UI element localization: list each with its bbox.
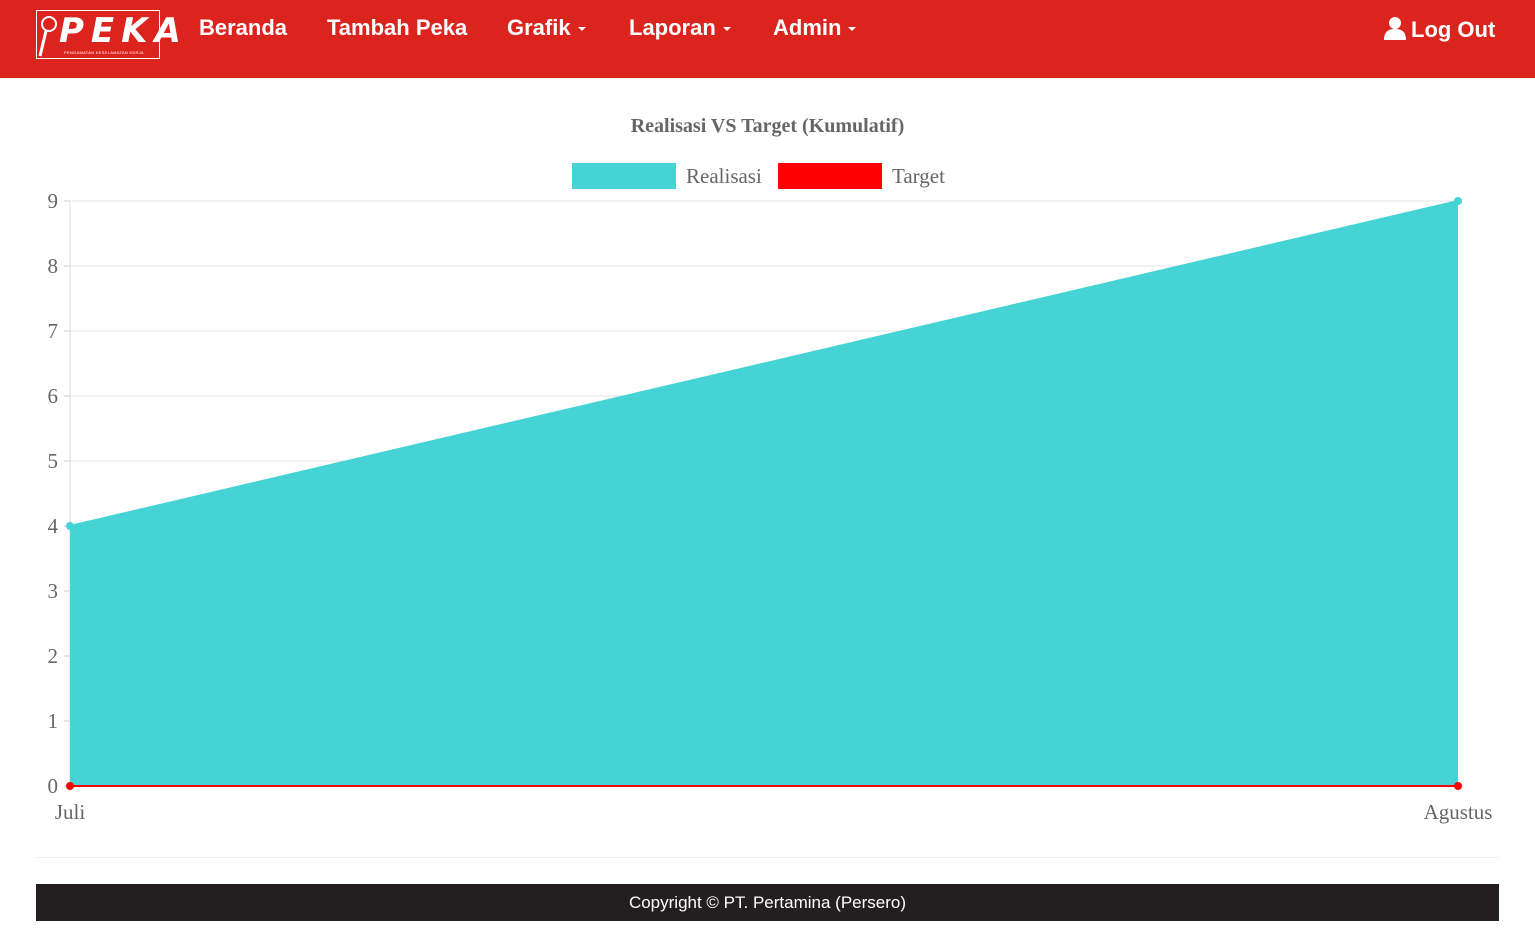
y-tick-label: 2: [48, 644, 59, 668]
divider: [36, 857, 1499, 858]
series-area-realisasi: [70, 201, 1458, 786]
y-tick-label: 6: [48, 384, 59, 408]
y-tick-label: 5: [48, 449, 59, 473]
x-tick-label: Agustus: [1424, 800, 1493, 824]
data-point-realisasi: [1454, 197, 1462, 205]
y-tick-label: 4: [48, 514, 59, 538]
y-tick-label: 7: [48, 319, 59, 343]
area-chart: 0 1 2 3 4 5 6 7 8 9 Juli Agustus: [48, 189, 1493, 824]
x-tick-label: Juli: [55, 800, 86, 824]
y-tick-label: 9: [48, 189, 59, 213]
footer-copyright: Copyright © PT. Pertamina (Persero): [628, 893, 907, 912]
data-point-target: [1454, 782, 1462, 790]
footer: Copyright © PT. Pertamina (Persero): [36, 884, 1499, 921]
y-tick-label: 8: [48, 254, 59, 278]
y-tick-label: 1: [48, 709, 59, 733]
y-tick-label: 0: [48, 774, 59, 798]
data-point-target: [66, 782, 74, 790]
data-point-realisasi: [66, 522, 74, 530]
y-tick-label: 3: [48, 579, 59, 603]
